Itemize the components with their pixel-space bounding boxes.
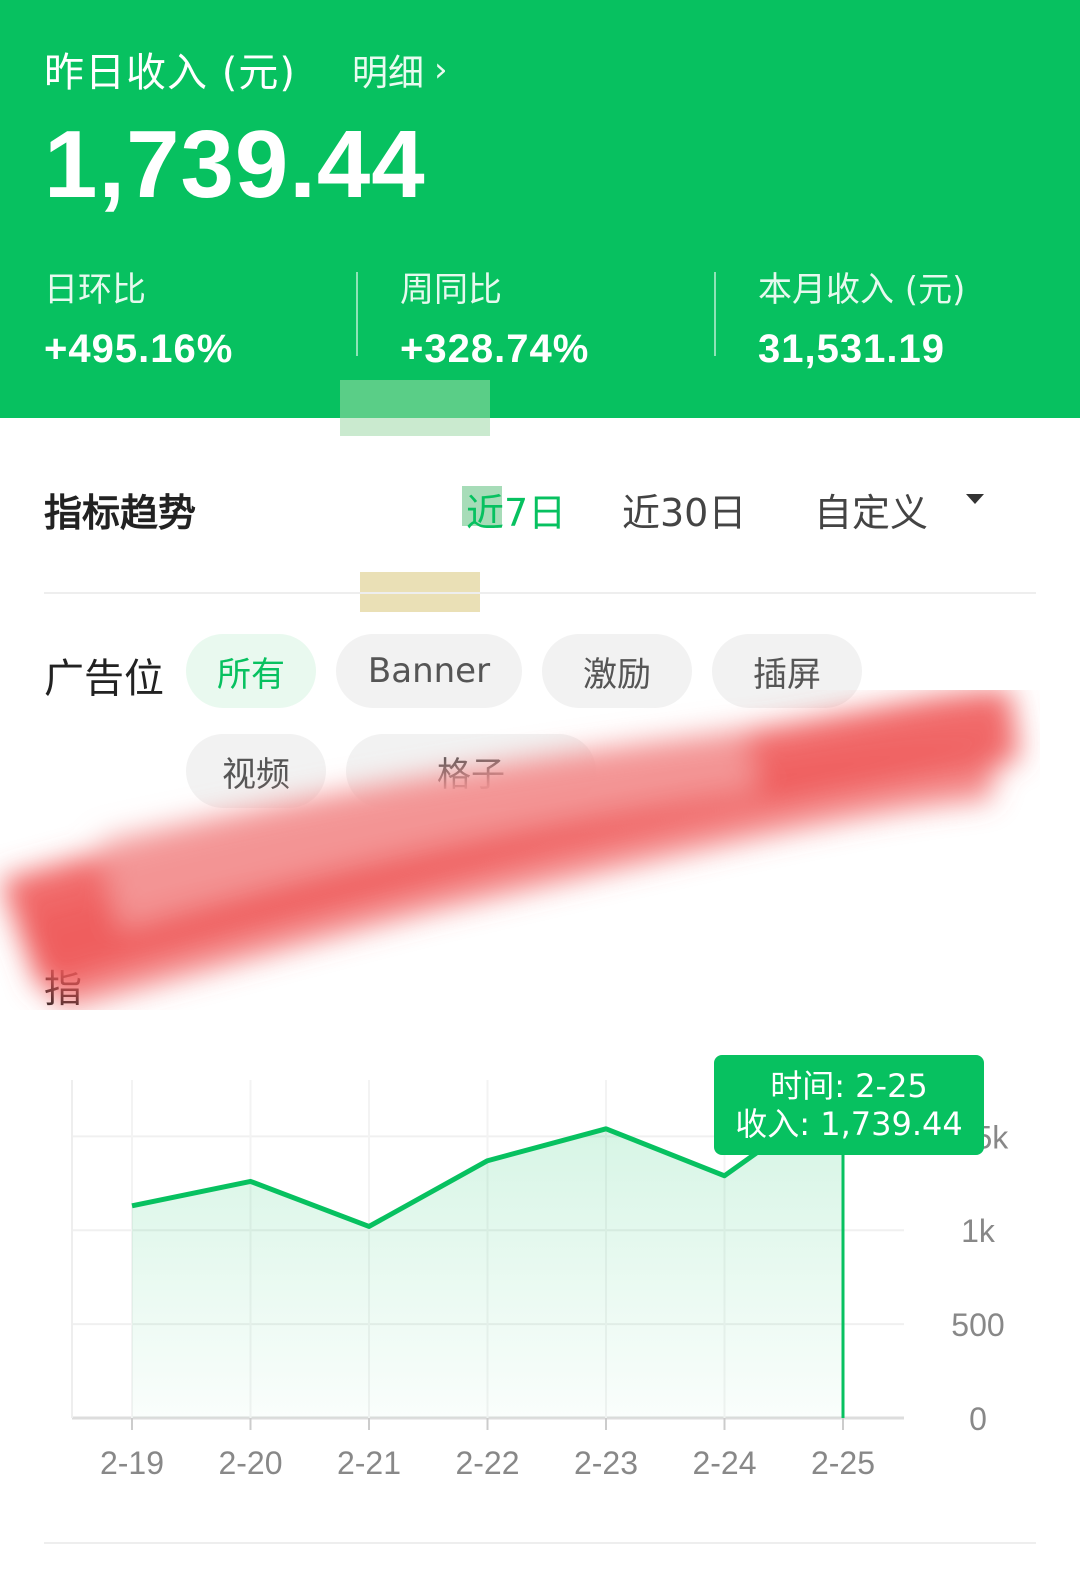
x-tick-label: 2-20 xyxy=(218,1445,282,1481)
y-tick-label: 1k xyxy=(961,1213,996,1249)
income-header: 昨日收入 (元) 明细 › 1,739.44 日环比 +495.16% 周同比 … xyxy=(0,0,1080,418)
y-tick-label: 500 xyxy=(951,1307,1004,1343)
chip-interstitial[interactable]: 插屏 xyxy=(712,634,862,708)
stat-value: +328.74% xyxy=(400,327,590,371)
x-tick-label: 2-23 xyxy=(574,1445,638,1481)
section-divider xyxy=(44,592,1036,594)
y-tick-label: 0 xyxy=(969,1401,987,1437)
metric-label: 指 xyxy=(44,967,83,1011)
stat-divider xyxy=(714,272,716,356)
stat-label: 本月收入 (元) xyxy=(758,270,966,310)
stat-value: +495.16% xyxy=(44,327,234,371)
detail-link[interactable]: 明细 › xyxy=(352,44,448,96)
stat-divider xyxy=(356,272,358,356)
range-30-days[interactable]: 近30日 xyxy=(622,482,746,537)
chip-grid[interactable]: 格子 xyxy=(346,734,596,808)
tooltip-value: 收入: 1,739.44 xyxy=(735,1105,963,1143)
range-custom[interactable]: 自定义 xyxy=(814,482,928,537)
chart-tooltip: 时间: 2-25 收入: 1,739.44 xyxy=(714,1055,984,1155)
yesterday-income-title: 昨日收入 (元) xyxy=(44,50,296,96)
redaction-mosaic xyxy=(340,380,490,436)
range-7-days[interactable]: 近7日 xyxy=(466,482,566,537)
stat-week-over-week: 周同比 +328.74% xyxy=(400,262,589,372)
detail-link-label: 明细 xyxy=(352,53,425,94)
stat-value: 31,531.19 xyxy=(758,327,945,371)
trend-title: 指标趋势 xyxy=(44,491,197,535)
stat-label: 周同比 xyxy=(400,270,502,310)
x-tick-label: 2-21 xyxy=(337,1445,401,1481)
ad-slot-label: 广告位 xyxy=(44,656,164,702)
stat-label: 日环比 xyxy=(44,270,146,310)
dropdown-caret-icon[interactable] xyxy=(966,494,984,504)
chip-incentive[interactable]: 激励 xyxy=(542,634,692,708)
yesterday-income-amount: 1,739.44 xyxy=(44,111,426,218)
stat-day-over-day: 日环比 +495.16% xyxy=(44,262,233,372)
x-tick-label: 2-24 xyxy=(692,1445,756,1481)
x-tick-label: 2-25 xyxy=(811,1445,875,1481)
chip-all[interactable]: 所有 xyxy=(186,634,316,708)
stat-month-income: 本月收入 (元) 31,531.19 xyxy=(758,262,965,372)
bottom-divider xyxy=(44,1542,1036,1544)
chip-banner[interactable]: Banner xyxy=(336,634,522,708)
chip-video[interactable]: 视频 xyxy=(186,734,326,808)
x-tick-label: 2-22 xyxy=(455,1445,519,1481)
chevron-right-icon: › xyxy=(434,50,448,90)
tooltip-time: 时间: 2-25 xyxy=(770,1067,928,1105)
x-tick-label: 2-19 xyxy=(100,1445,164,1481)
